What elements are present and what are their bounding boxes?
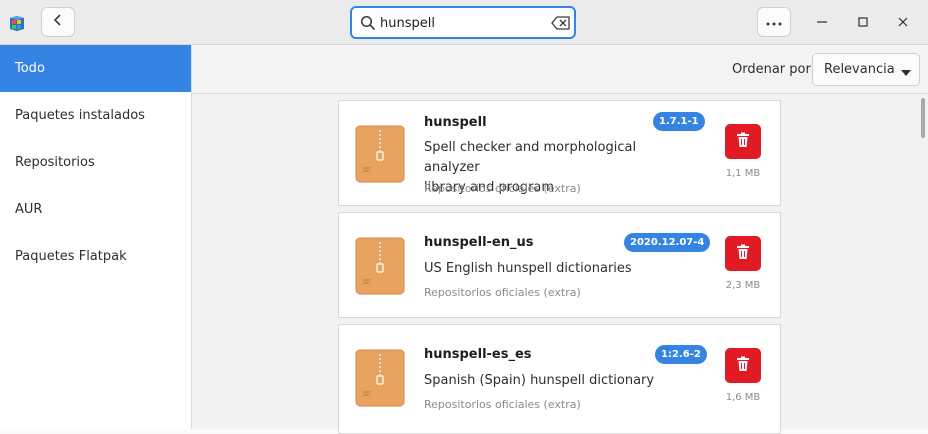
package-name: hunspell-en_us [424, 235, 534, 250]
minimize-button[interactable] [811, 12, 833, 34]
sidebar-item-label: Repositorios [15, 155, 95, 170]
package-card[interactable]: hunspell-en_us 2020.12.07-4 US English h… [338, 212, 781, 318]
remove-button[interactable] [725, 348, 761, 383]
package-card[interactable]: hunspell-es_es 1:2.6-2 Spanish (Spain) h… [338, 324, 781, 434]
sort-bar: Ordenar por Relevancia [192, 45, 928, 94]
package-name: hunspell-es_es [424, 347, 532, 362]
package-repository: Repositorios oficiales (extra) [424, 182, 581, 195]
sidebar-item-label: Paquetes Flatpak [15, 249, 127, 264]
sidebar-item-installed[interactable]: Paquetes instalados [0, 92, 191, 139]
package-size: 1,6 MB [725, 392, 761, 403]
sidebar-item-repositories[interactable]: Repositorios [0, 139, 191, 186]
close-icon [898, 16, 908, 31]
description-line: Spanish (Spain) hunspell dictionary [424, 373, 655, 388]
package-archive-icon [355, 236, 405, 296]
remove-button[interactable] [725, 236, 761, 271]
package-description: Spanish (Spain) hunspell dictionary [424, 371, 694, 391]
package-name: hunspell [424, 115, 487, 130]
sidebar-item-flatpak[interactable]: Paquetes Flatpak [0, 233, 191, 280]
trash-icon [735, 244, 751, 264]
trash-icon [735, 356, 751, 376]
search-icon [360, 15, 376, 31]
version-badge: 2020.12.07-4 [624, 233, 711, 252]
description-line: US English hunspell dictionaries [424, 261, 632, 276]
description-line: Spell checker and morphological analyzer [424, 140, 637, 175]
search-input[interactable] [380, 10, 540, 36]
more-menu-icon [766, 15, 782, 30]
sidebar-item-label: Paquetes instalados [15, 108, 145, 123]
chevron-down-icon [901, 66, 911, 76]
package-card[interactable]: hunspell 1.7.1-1 Spell checker and morph… [338, 100, 781, 206]
trash-icon [735, 132, 751, 152]
package-archive-icon [355, 124, 405, 184]
app-logo-icon [7, 13, 27, 33]
maximize-button[interactable] [852, 12, 874, 34]
package-repository: Repositorios oficiales (extra) [424, 398, 581, 411]
back-button[interactable] [41, 7, 75, 37]
scrollbar[interactable] [921, 98, 925, 138]
back-arrow-icon [52, 13, 64, 31]
package-size: 1,1 MB [725, 168, 761, 179]
version-badge: 1.7.1-1 [653, 112, 705, 131]
header-bar [0, 0, 928, 45]
more-menu-button[interactable] [757, 7, 791, 37]
package-archive-icon [355, 348, 405, 408]
remove-button[interactable] [725, 124, 761, 159]
sort-label: Ordenar por [732, 62, 811, 77]
package-repository: Repositorios oficiales (extra) [424, 286, 581, 299]
search-field[interactable] [350, 6, 576, 39]
minimize-icon [817, 16, 827, 31]
clear-text-icon[interactable] [551, 15, 571, 31]
sort-dropdown[interactable]: Relevancia [812, 53, 920, 86]
sort-selected-value: Relevancia [824, 62, 895, 77]
sidebar-item-aur[interactable]: AUR [0, 186, 191, 233]
maximize-icon [858, 16, 868, 31]
package-description: US English hunspell dictionaries [424, 259, 694, 279]
sidebar-item-todo[interactable]: Todo [0, 45, 191, 92]
package-size: 2,3 MB [725, 280, 761, 291]
sidebar-item-label: AUR [15, 202, 43, 217]
sidebar-item-label: Todo [15, 61, 45, 76]
version-badge: 1:2.6-2 [655, 345, 707, 364]
close-button[interactable] [892, 12, 914, 34]
sidebar: Todo Paquetes instalados Repositorios AU… [0, 45, 192, 429]
